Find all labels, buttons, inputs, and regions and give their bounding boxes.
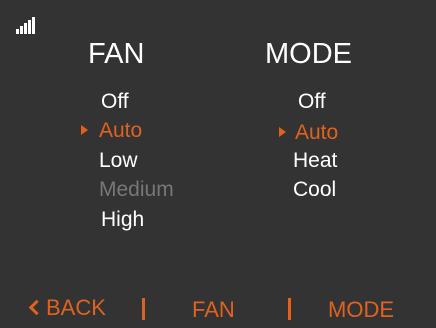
fan-tab-button[interactable]: FAN (192, 297, 235, 323)
fan-option-high[interactable]: High (101, 207, 144, 233)
fan-option-auto[interactable]: Auto (99, 118, 142, 144)
fan-column-title: FAN (88, 38, 145, 70)
signal-strength-icon (16, 16, 38, 34)
mode-option-cool[interactable]: Cool (293, 177, 336, 203)
mode-selected-caret-icon (279, 127, 286, 137)
mode-option-off[interactable]: Off (298, 89, 326, 115)
back-button[interactable]: BACK (46, 295, 106, 321)
mode-tab-button[interactable]: MODE (328, 297, 394, 323)
fan-selected-caret-icon (81, 125, 88, 135)
mode-option-heat[interactable]: Heat (293, 148, 337, 174)
mode-option-auto[interactable]: Auto (295, 120, 338, 146)
fan-option-off[interactable]: Off (101, 89, 129, 115)
chevron-left-icon (28, 299, 45, 316)
footer-separator (288, 298, 291, 320)
mode-column-title: MODE (265, 38, 352, 70)
fan-option-medium: Medium (99, 178, 174, 201)
footer-separator (142, 298, 145, 320)
fan-option-low[interactable]: Low (99, 148, 138, 174)
